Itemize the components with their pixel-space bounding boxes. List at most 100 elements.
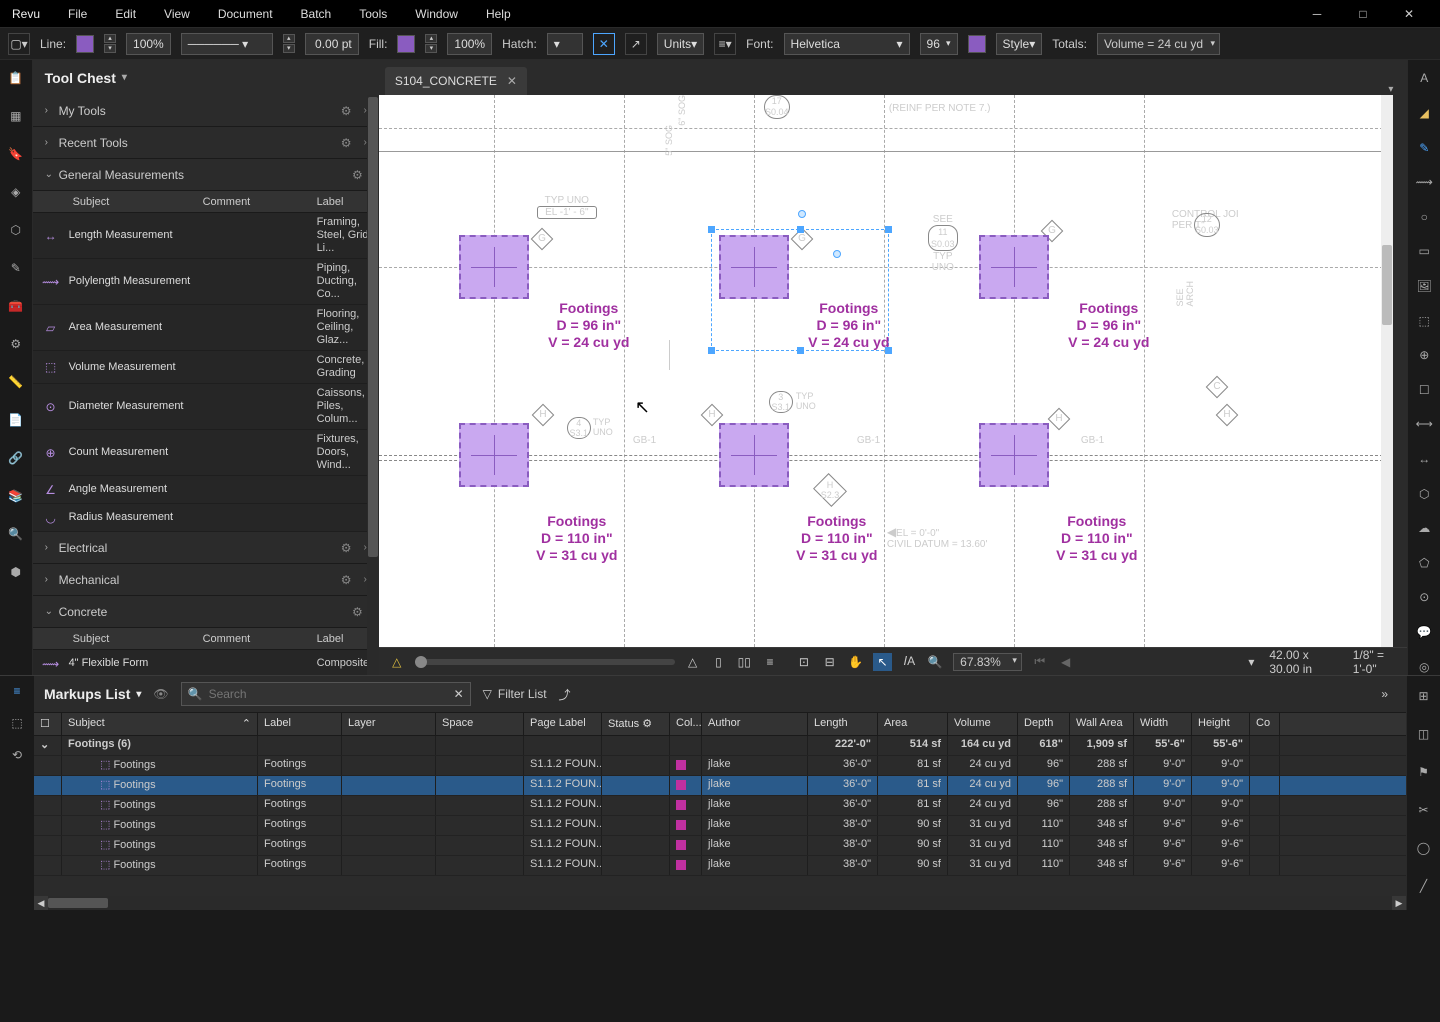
menu-window[interactable]: Window [401,3,472,25]
toolchest-scrollbar[interactable] [367,95,379,675]
layers-icon[interactable]: ◈ [6,182,26,202]
col-subject[interactable]: Subject ⌃ [62,713,258,735]
pt-up[interactable]: ▴ [283,34,295,43]
file-access-icon[interactable]: 📋 [6,68,26,88]
menu-batch[interactable]: Batch [287,3,346,25]
panel-collapse-icon[interactable]: » [1381,687,1388,701]
gear-icon[interactable]: ⚙ [352,168,363,182]
pan-icon[interactable]: ✋ [848,655,864,669]
col-color[interactable]: Col... [670,713,702,735]
callout-icon[interactable]: ☐ [1414,381,1434,398]
section-my-tools[interactable]: ›My Tools⚙› [33,95,379,127]
gear-icon[interactable]: ⚙ [352,605,363,619]
col-height[interactable]: Height [1192,713,1250,735]
toolchest-icon[interactable]: 🧰 [6,296,26,316]
forms-icon[interactable]: 📄 [6,410,26,430]
menu-tools[interactable]: Tools [345,3,401,25]
tool-row[interactable]: ⟿ Polylength Measurement Piping, Ducting… [33,259,379,305]
page-slider[interactable] [415,659,675,665]
document-canvas[interactable]: (REINF PER NOTE 7.) TYP UNOEL -1' - 6" S… [379,95,1394,647]
menu-document[interactable]: Document [204,3,287,25]
window-maximize[interactable]: □ [1340,3,1386,25]
col-volume[interactable]: Volume [948,713,1018,735]
select-icon[interactable]: ↖ [873,653,891,671]
line-color-swatch[interactable] [76,35,94,53]
first-page-icon[interactable]: ⏮ [1032,654,1048,669]
col-comment[interactable]: Comment [203,633,317,645]
totals-dropdown[interactable]: Volume = 24 cu yd [1097,33,1220,55]
col-comment[interactable]: Comment [203,196,317,208]
footing-markup[interactable] [459,423,529,487]
measurements-icon[interactable]: 📏 [6,372,26,392]
markup-row[interactable]: ⬚ Footings Footings S1.1.2 FOUN... jlake… [34,776,1406,796]
menu-view[interactable]: View [150,3,204,25]
continuous-icon[interactable]: ≡ [762,655,778,669]
scroll-left-icon[interactable]: ◀ [34,896,48,910]
tool-row[interactable]: ⊕ Count Measurement Fixtures, Doors, Win… [33,430,379,476]
col-subject[interactable]: Subject [33,196,203,208]
count-tool-icon[interactable]: ⊞ [1414,686,1434,706]
pt-down[interactable]: ▾ [283,44,295,53]
search-input[interactable] [209,687,448,701]
warning-icon[interactable]: △ [389,655,405,669]
window-minimize[interactable]: ─ [1294,3,1340,25]
app-logo[interactable]: Revu [8,3,54,25]
arrow-icon[interactable]: ↔ [1414,451,1434,468]
shape-mode-icon[interactable]: ▢▾ [8,33,30,55]
tool-row[interactable]: ⊙ Diameter Measurement Caissons, Piles, … [33,384,379,430]
line-tool-icon[interactable]: ⟿ [1414,174,1434,191]
line-style-dropdown[interactable]: ────── ▾ [181,33,273,55]
tool-row[interactable]: ▱ Area Measurement Flooring, Ceiling, Gl… [33,305,379,351]
clip-icon[interactable]: ✂ [1414,800,1434,820]
note-icon[interactable]: 💬 [1414,624,1434,641]
section-general-measurements[interactable]: ⌄General Measurements⚙ [33,159,379,191]
sets-icon[interactable]: 📚 [6,486,26,506]
polygon-icon[interactable]: ⬠ [1414,555,1434,572]
section-electrical[interactable]: ›Electrical⚙› [33,532,379,564]
text-tool-icon[interactable]: A [1414,70,1434,87]
style-dropdown[interactable]: Style ▾ [996,33,1043,55]
snap-icon[interactable]: ✕ [593,33,615,55]
units-dropdown[interactable]: Units ▾ [657,33,704,55]
align-icon[interactable]: ≡▾ [714,33,736,55]
tool-row[interactable]: ⟿ 4" Flexible Form Composite [33,650,379,675]
document-tab[interactable]: S104_CONCRETE ✕ [385,67,527,95]
search-icon[interactable]: 🔍 [6,524,26,544]
toolchest-header[interactable]: Tool Chest▾ [33,60,379,95]
col-subject[interactable]: Subject [33,633,203,645]
line-width-up[interactable]: ▴ [104,34,116,43]
fill-color-swatch[interactable] [397,35,415,53]
ellipse-icon[interactable]: ○ [1414,208,1434,225]
zoom-icon[interactable]: 🔍 [927,655,943,669]
links-icon[interactable]: 🔗 [6,448,26,468]
two-page-icon[interactable]: ▯▯ [736,655,752,669]
cloud-icon[interactable]: ☁ [1414,520,1434,537]
font-dropdown[interactable]: Helvetica▾ [784,33,910,55]
page-overflow-icon[interactable]: ▾ [1244,655,1260,669]
scroll-right-icon[interactable]: ▶ [1392,896,1406,910]
thumbnails-icon[interactable]: ▦ [6,106,26,126]
col-extra[interactable]: Co [1250,713,1280,735]
markups-group-row[interactable]: ⌄ Footings (6) 222'-0" 514 sf 164 cu yd … [34,736,1406,756]
menu-edit[interactable]: Edit [101,3,150,25]
angle-icon[interactable]: ↗ [625,33,647,55]
lasso-icon[interactable]: ◯ [1414,838,1434,858]
col-length[interactable]: Length [808,713,878,735]
line-width-input[interactable]: 100% [126,33,171,55]
nav-end-icon[interactable]: △ [685,655,701,669]
section-mechanical[interactable]: ›Mechanical⚙› [33,564,379,596]
gear-icon[interactable]: ⚙ [341,573,352,587]
col-layer[interactable]: Layer [342,713,436,735]
footing-markup[interactable] [459,235,529,299]
section-recent-tools[interactable]: ›Recent Tools⚙› [33,127,379,159]
line2-icon[interactable]: ╱ [1414,876,1434,896]
font-size-dropdown[interactable]: 96▾ [920,33,958,55]
footing-markup[interactable] [979,235,1049,299]
fill-pct-input[interactable]: 100% [447,33,492,55]
signatures-icon[interactable]: ✎ [6,258,26,278]
image-tool-icon[interactable]: 🖼 [1414,278,1434,295]
tool-row[interactable]: ∠ Angle Measurement [33,476,379,504]
fit-page-icon[interactable]: ⊡ [796,655,812,669]
col-check[interactable]: ☐ [34,713,62,735]
footing-markup[interactable] [719,235,789,299]
